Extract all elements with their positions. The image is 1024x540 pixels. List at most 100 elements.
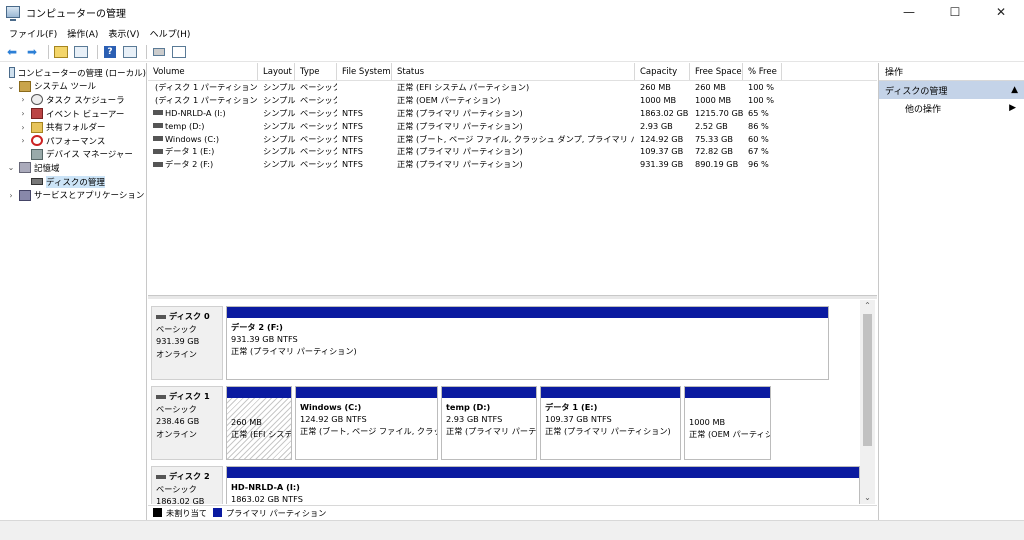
volume-icon: [153, 110, 163, 116]
collapse-chevron-icon[interactable]: ⌄: [6, 163, 16, 172]
column-header-percent-free[interactable]: % Free: [743, 63, 782, 80]
help-icon[interactable]: ?: [102, 44, 118, 60]
disk-name: ディスク 1: [169, 391, 210, 401]
table-row[interactable]: (ディスク 1 パーティション 6) シンプル ベーシック 正常 (OEM パーティシ…: [148, 94, 877, 107]
table-row[interactable]: (ディスク 1 パーティション 1) シンプル ベーシック 正常 (EFI システム …: [148, 81, 877, 94]
menu-bar: ファイル(F) 操作(A) 表示(V) ヘルプ(H): [0, 24, 1024, 42]
cell-percent-free: 100 %: [743, 94, 782, 107]
table-row[interactable]: Windows (C:) シンプル ベーシック NTFS 正常 (ブート, ページ ファ…: [148, 132, 877, 145]
forward-arrow-icon[interactable]: ➡: [24, 44, 40, 60]
partition-status: 正常 (OEM パーティシ: [689, 429, 770, 440]
table-row[interactable]: データ 1 (E:) シンプル ベーシック NTFS 正常 (プライマリ パーティション…: [148, 145, 877, 158]
actions-section-disk-management[interactable]: ディスクの管理 ▲: [879, 81, 1024, 99]
tree-item-label: システム ツール: [34, 82, 96, 93]
cell-type: ベーシック: [295, 158, 337, 171]
tree-item-shared-folders[interactable]: › 共有フォルダー: [0, 120, 146, 134]
pane-splitter[interactable]: [148, 295, 877, 299]
expand-chevron-icon[interactable]: ›: [18, 136, 28, 145]
tree-item-event-viewer[interactable]: › イベント ビューアー: [0, 107, 146, 121]
column-header-volume[interactable]: Volume: [148, 63, 258, 80]
show-tree-icon[interactable]: [73, 44, 89, 60]
expand-chevron-icon[interactable]: ›: [6, 191, 16, 200]
menu-help[interactable]: ヘルプ(H): [145, 27, 196, 40]
tree-item-task-scheduler[interactable]: › タスク スケジューラ: [0, 93, 146, 107]
partition-data2-f[interactable]: データ 2 (F:) 931.39 GB NTFS 正常 (プライマリ パーティ…: [226, 306, 829, 380]
tree-item-services-applications[interactable]: › サービスとアプリケーション: [0, 188, 146, 202]
console-tree: コンピューターの管理 (ローカル) ⌄ システム ツール › タスク スケジュー…: [0, 63, 147, 520]
tree-item-label: タスク スケジューラ: [46, 95, 125, 106]
menu-action[interactable]: 操作(A): [62, 27, 103, 40]
cell-text: 1863.02 GB: [640, 107, 689, 118]
tree-item-computer-management[interactable]: コンピューターの管理 (ローカル): [0, 66, 146, 80]
cell-percent-free: 96 %: [743, 158, 782, 171]
partition-windows-c[interactable]: Windows (C:) 124.92 GB NTFS 正常 (ブート, ページ…: [295, 386, 438, 460]
cell-layout: シンプル: [258, 107, 295, 120]
tree-item-device-manager[interactable]: デバイス マネージャー: [0, 148, 146, 162]
partition-oem[interactable]: 1000 MB 正常 (OEM パーティシ: [684, 386, 771, 460]
cell-capacity: 1000 MB: [635, 94, 690, 107]
table-row[interactable]: データ 2 (F:) シンプル ベーシック NTFS 正常 (プライマリ パーティション…: [148, 158, 877, 171]
cell-free-space: 75.33 GB: [690, 132, 743, 145]
disk-type: ベーシック: [156, 403, 197, 414]
menu-file[interactable]: ファイル(F): [4, 27, 62, 40]
cell-text: ベーシック: [300, 120, 337, 131]
cell-percent-free: 67 %: [743, 145, 782, 158]
expand-chevron-icon[interactable]: ›: [18, 123, 28, 132]
partition-efi[interactable]: 260 MB 正常 (EFI システ: [226, 386, 292, 460]
cell-free-space: 1215.70 GB: [690, 107, 743, 120]
cell-text: NTFS: [342, 159, 363, 170]
more-actions-item[interactable]: 他の操作 ▶: [879, 99, 1024, 117]
scrollbar-thumb[interactable]: [863, 314, 872, 446]
cell-layout: シンプル: [258, 132, 295, 145]
disk-legend: 未割り当て プライマリ パーティション: [148, 505, 877, 519]
maximize-button[interactable]: ☐: [932, 0, 978, 24]
tree-item-label: 記憶域: [34, 163, 60, 174]
cell-text: 正常 (プライマリ パーティション): [397, 107, 523, 118]
disk-map-scrollbar[interactable]: ⌃ ⌄: [860, 300, 875, 504]
column-header-free-space[interactable]: Free Space: [690, 63, 743, 80]
volume-icon: [153, 123, 163, 129]
cell-type: ベーシック: [295, 132, 337, 145]
cell-volume: Windows (C:): [148, 132, 258, 145]
disk-1-label[interactable]: ディスク 1 ベーシック 238.46 GB オンライン: [151, 386, 223, 460]
cell-capacity: 2.93 GB: [635, 119, 690, 132]
back-arrow-icon[interactable]: ⬅: [4, 44, 20, 60]
tree-item-storage[interactable]: ⌄ 記憶域: [0, 161, 146, 175]
cell-text: 正常 (プライマリ パーティション): [397, 146, 523, 157]
window-title: コンピューターの管理: [26, 8, 126, 20]
column-header-type[interactable]: Type: [295, 63, 337, 80]
disk-0-label[interactable]: ディスク 0 ベーシック 931.39 GB オンライン: [151, 306, 223, 380]
disk-2-label[interactable]: ディスク 2 ベーシック 1863.02 GB: [151, 466, 223, 504]
partition-hd-nrld-a-i[interactable]: HD-NRLD-A (I:) 1863.02 GB NTFS: [226, 466, 860, 504]
partition-size: 1863.02 GB NTFS: [231, 494, 303, 504]
connect-icon[interactable]: [151, 44, 167, 60]
column-header-status[interactable]: Status: [392, 63, 635, 80]
cell-text: 正常 (EFI システム パーティション): [397, 82, 530, 93]
table-row[interactable]: temp (D:) シンプル ベーシック NTFS 正常 (プライマリ パーティション)…: [148, 119, 877, 132]
close-button[interactable]: ✕: [978, 0, 1024, 24]
expand-chevron-icon[interactable]: ›: [18, 95, 28, 104]
scroll-down-icon[interactable]: ⌄: [860, 492, 875, 504]
tree-item-performance[interactable]: › パフォーマンス: [0, 134, 146, 148]
menu-view[interactable]: 表示(V): [103, 27, 144, 40]
cell-status: 正常 (プライマリ パーティション): [392, 119, 635, 132]
partition-temp-d[interactable]: temp (D:) 2.93 GB NTFS 正常 (プライマリ パーティシ: [441, 386, 537, 460]
show-action-pane-icon[interactable]: [122, 44, 138, 60]
tree-item-system-tools[interactable]: ⌄ システム ツール: [0, 80, 146, 94]
column-header-capacity[interactable]: Capacity: [635, 63, 690, 80]
column-header-layout[interactable]: Layout: [258, 63, 295, 80]
up-folder-icon[interactable]: [53, 44, 69, 60]
collapse-up-icon[interactable]: ▲: [1011, 85, 1018, 95]
cell-text: 931.39 GB: [640, 159, 684, 170]
partition-data1-e[interactable]: データ 1 (E:) 109.37 GB NTFS 正常 (プライマリ パーティ…: [540, 386, 681, 460]
properties-icon[interactable]: [171, 44, 187, 60]
tree-item-disk-management[interactable]: ディスクの管理: [0, 175, 146, 189]
scroll-up-icon[interactable]: ⌃: [860, 300, 875, 312]
expand-chevron-icon[interactable]: ›: [18, 109, 28, 118]
cell-status: 正常 (EFI システム パーティション): [392, 81, 635, 94]
column-header-file-system[interactable]: File System: [337, 63, 392, 80]
cell-percent-free: 100 %: [743, 81, 782, 94]
collapse-chevron-icon[interactable]: ⌄: [6, 82, 16, 91]
minimize-button[interactable]: —: [886, 0, 932, 24]
table-row[interactable]: HD-NRLD-A (I:) シンプル ベーシック NTFS 正常 (プライマリ パーテ…: [148, 107, 877, 120]
